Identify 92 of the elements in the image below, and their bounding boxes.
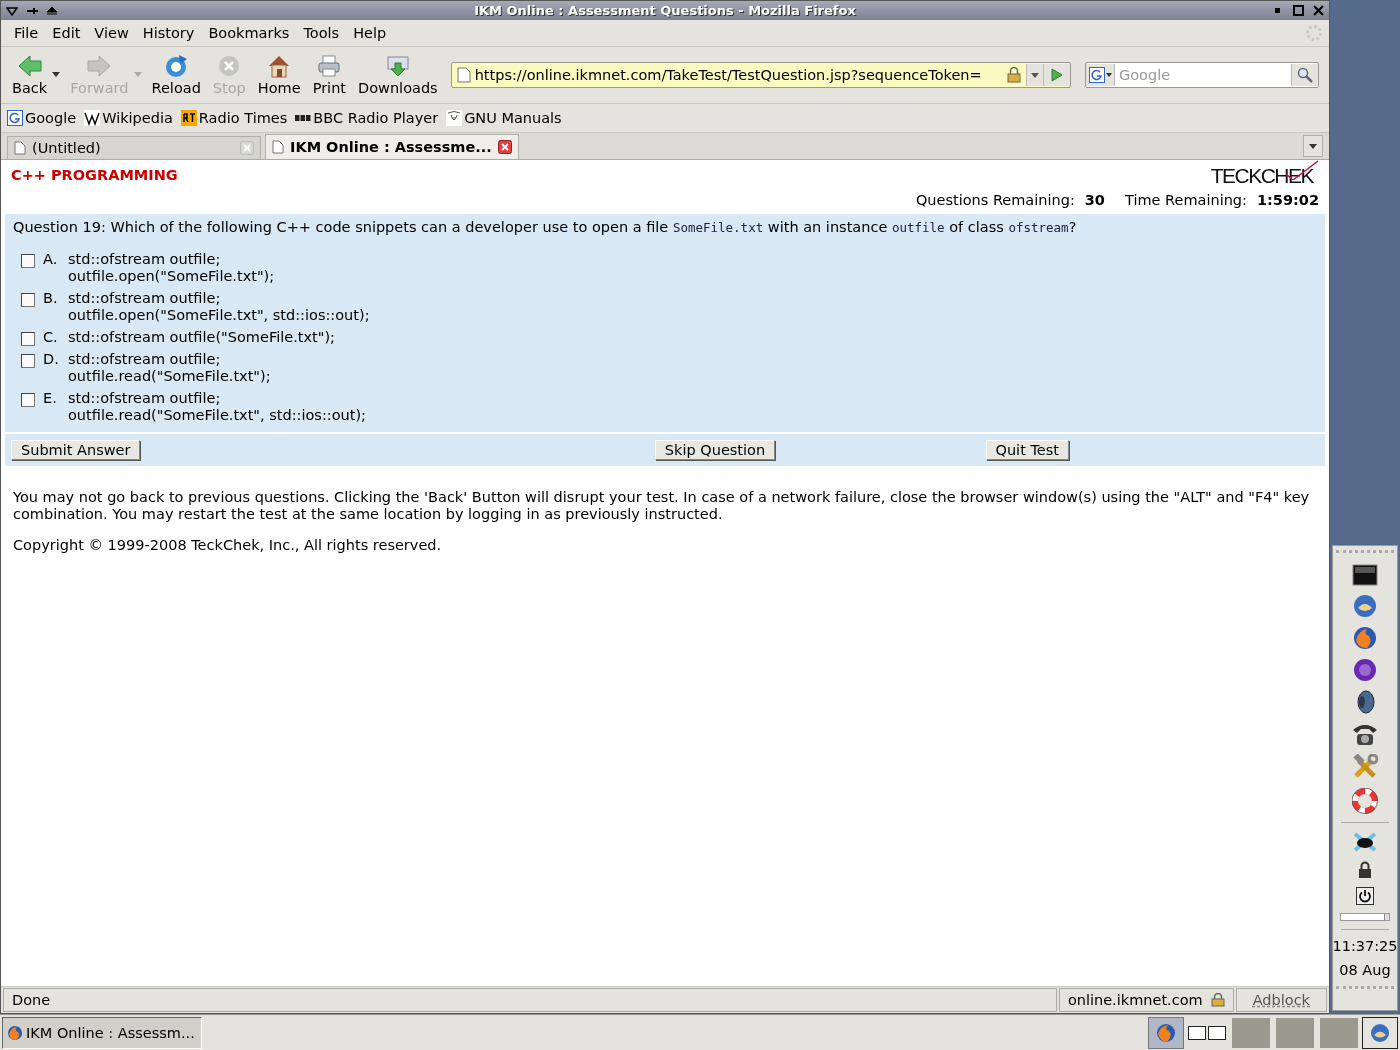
checkbox[interactable] (21, 393, 35, 407)
wikipedia-favicon-icon (84, 110, 101, 126)
bookmark-link[interactable]: Wikipedia (84, 110, 173, 126)
clock-date: 08 Aug (1339, 962, 1391, 978)
bookmark-link[interactable]: BBC Radio Player (295, 110, 439, 126)
reload-button[interactable]: Reload (146, 52, 206, 98)
back-button[interactable]: Back (7, 52, 64, 98)
padlock-icon[interactable] (1358, 861, 1372, 879)
telephone-icon[interactable] (1351, 722, 1379, 746)
tab-list-button[interactable] (1303, 135, 1323, 157)
page-icon (272, 140, 284, 154)
option-letter: D. (43, 351, 60, 368)
option-code: std::ofstream outfile; outfile.read("SomeFile.txt"); (68, 351, 271, 385)
address-field[interactable]: https://online.ikmnet.com/TakeTest/TestQuestion.jsp?sequenceToken= (450, 62, 1071, 88)
google-favicon-icon (1088, 67, 1105, 83)
option-letter: C. (43, 329, 59, 346)
play-triangle-icon (1051, 68, 1063, 82)
padlock-icon (1210, 993, 1225, 1007)
form-button[interactable]: Quit Test (985, 440, 1069, 460)
radio-times-favicon-icon (180, 110, 197, 126)
taskbar-task[interactable]: IKM Online : Assessm... (2, 1016, 202, 1049)
menu-item[interactable]: Edit (45, 23, 88, 43)
option-code: std::ofstream outfile("SomeFile.txt"); (68, 329, 335, 346)
workspace-button[interactable] (1188, 1025, 1206, 1040)
power-icon[interactable] (1356, 887, 1374, 905)
hammer-wrench-icon[interactable] (1352, 754, 1378, 780)
terminal-icon[interactable] (1352, 564, 1378, 586)
forward-arrow-icon (86, 54, 113, 78)
menu-item[interactable]: View (87, 23, 136, 43)
bookmark-link[interactable]: GNU Manuals (446, 110, 562, 126)
gnu-head-icon (446, 110, 463, 126)
download-tray-icon (384, 54, 411, 78)
page-icon (456, 67, 471, 83)
caret-icon (1105, 73, 1112, 77)
option-letter: E. (43, 390, 58, 407)
checkbox[interactable] (21, 254, 35, 268)
checkbox[interactable] (21, 293, 35, 307)
volume-slider[interactable] (1340, 913, 1390, 921)
menu-item[interactable]: Tools (296, 23, 347, 43)
window-title: IKM Online : Assessment Questions - Mozilla Firefox (473, 3, 857, 18)
menu-item[interactable]: History (135, 23, 202, 43)
printer-icon (316, 54, 343, 78)
close-icon[interactable] (1311, 3, 1325, 18)
status-host: online.ikmnet.com (1058, 988, 1234, 1012)
back-arrow-icon (16, 54, 43, 78)
search-icon[interactable] (1291, 64, 1318, 86)
url-text: https://online.ikmnet.com/TakeTest/TestQuestion.jsp?sequenceToken= (473, 67, 983, 83)
go-button[interactable] (1043, 64, 1070, 86)
questions-remaining: Questions Remaining: 30 (915, 192, 1105, 208)
form-button[interactable]: Submit Answer (11, 440, 141, 460)
menu-item[interactable]: File (7, 23, 46, 43)
checkbox[interactable] (21, 332, 35, 346)
section-heading: C++ PROGRAMMING (11, 167, 178, 185)
option-code: std::ofstream outfile; outfile.open("SomeFile.txt"); (68, 251, 275, 285)
clock-time: 11:37:25 (1332, 938, 1398, 954)
page-icon (14, 141, 26, 155)
option-code: std::ofstream outfile; outfile.read("SomeFile.txt", std::ios::out); (68, 390, 366, 424)
bookmark-link[interactable]: Google (7, 110, 77, 126)
padlock-icon (1006, 67, 1022, 83)
search-field[interactable]: Google (1085, 62, 1319, 88)
copyright-text: Copyright © 1999-2008 TeckChek, Inc., All rights reserved. (12, 537, 443, 553)
search-engine-button[interactable] (1086, 64, 1115, 86)
question-text: Question 19: Which of the following C++ code snippets can a developer use to open a file SomeFile.txt with an instance outfile of class ofstream? (13, 219, 1078, 235)
browser-tab[interactable]: (Untitled) (7, 136, 261, 159)
menu-item[interactable]: Bookmarks (201, 23, 297, 43)
maximize-icon[interactable] (1291, 3, 1305, 18)
notice-paragraph: You may not go back to previous questions. Clicking the 'Back' Button will disrupt your test. In case of a network failure, close the browser window(s) using the "ALT" and "F4" key combination. You may restart the test at the same location by logging in as previously instructed. (12, 489, 1311, 523)
fox-globe-icon[interactable] (1148, 1016, 1184, 1049)
workspace-button[interactable] (1208, 1025, 1226, 1040)
status-text: Done (3, 988, 1057, 1012)
browser-tab[interactable]: IKM Online : Assessme... (265, 134, 519, 159)
lifebuoy-icon[interactable] (1352, 788, 1378, 814)
caret-icon (1309, 143, 1317, 149)
fox-globe-icon (7, 1024, 23, 1041)
dropdown-caret-icon[interactable] (1026, 64, 1043, 86)
google-favicon-icon (7, 110, 23, 126)
throbber-icon (1305, 24, 1323, 42)
print-button[interactable]: Print (307, 52, 351, 98)
option-letter: B. (43, 290, 59, 307)
form-button[interactable]: Skip Question (654, 440, 776, 460)
bookmark-link[interactable]: Radio Times (180, 110, 288, 126)
option-letter: A. (43, 251, 59, 268)
option-code: std::ofstream outfile; outfile.open("SomeFile.txt", std::ios::out); (68, 290, 370, 324)
home-button[interactable]: Home (252, 52, 306, 98)
adblock-button[interactable]: Adblock (1235, 988, 1327, 1012)
menu-item[interactable]: Help (346, 23, 394, 43)
tab-close-icon[interactable] (498, 140, 512, 154)
checkbox[interactable] (21, 354, 35, 368)
downloads-button[interactable]: Downloads (353, 52, 443, 98)
time-remaining: Time Remaining: 1:59:02 (1124, 192, 1319, 208)
dropdown-caret-icon[interactable] (52, 72, 61, 77)
fox-globe-icon[interactable] (1353, 626, 1377, 650)
